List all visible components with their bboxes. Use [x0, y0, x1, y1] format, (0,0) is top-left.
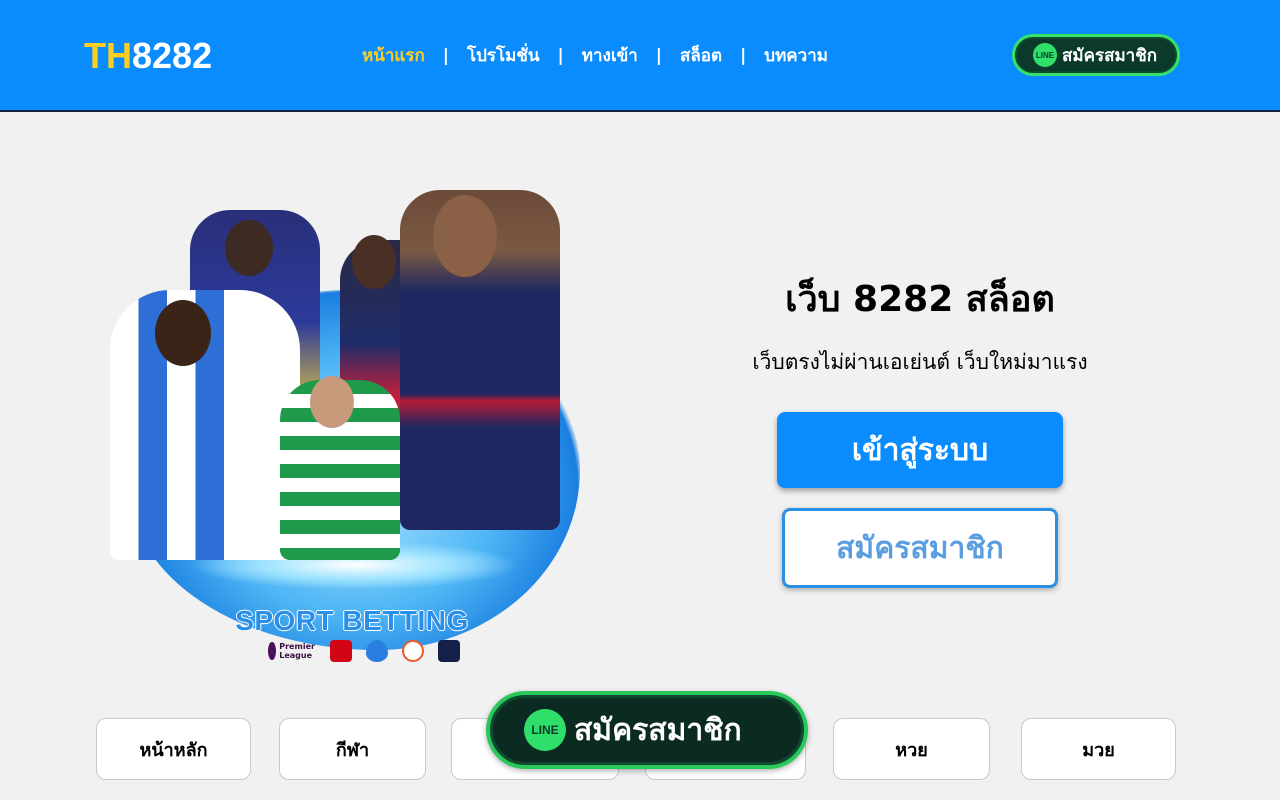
ligue1-logo — [438, 640, 460, 662]
premier-league-text: Premier League — [279, 642, 315, 660]
nav-item-home[interactable]: หน้าแรก — [362, 42, 425, 69]
laliga-logo — [402, 640, 424, 662]
premier-league-crest-icon — [268, 642, 277, 660]
floating-line-register-button[interactable]: LINE สมัครสมาชิก — [486, 691, 808, 769]
login-button[interactable]: เข้าสู่ระบบ — [777, 412, 1063, 488]
nav-separator: | — [557, 45, 564, 66]
nav-separator: | — [442, 45, 449, 66]
nav-separator: | — [655, 45, 663, 66]
logo-number: 8282 — [132, 35, 213, 76]
player-head — [352, 235, 396, 289]
site-logo[interactable]: TH 8282 — [84, 35, 213, 76]
register-button[interactable]: สมัครสมาชิก — [782, 508, 1058, 588]
main-nav: หน้าแรก | โปรโมชั่น | ทางเข้า | สล็อต | … — [362, 42, 828, 69]
premier-league-logo: Premier League — [268, 640, 316, 662]
tab-home[interactable]: หน้าหลัก — [96, 718, 251, 780]
player-head — [433, 195, 497, 277]
league-logos: Premier League — [268, 640, 460, 662]
player-head — [225, 220, 273, 276]
tab-lottery[interactable]: หวย — [833, 718, 990, 780]
sport-betting-title: SPORT BETTING — [235, 605, 469, 636]
line-register-button[interactable]: LINE สมัครสมาชิก — [1012, 34, 1180, 76]
line-icon: LINE — [524, 709, 566, 751]
line-register-label: สมัครสมาชิก — [1062, 45, 1158, 66]
nav-item-articles[interactable]: บทความ — [764, 42, 828, 69]
player-head — [155, 300, 211, 366]
page-subtitle: เว็บตรงไม่ผ่านเอเย่นต์ เว็บใหม่มาแรง — [752, 350, 1088, 374]
nav-separator: | — [740, 45, 747, 66]
page-title: เว็บ 8282 สล็อต — [785, 279, 1055, 320]
tab-boxing[interactable]: มวย — [1021, 718, 1176, 780]
nav-item-slots[interactable]: สล็อต — [680, 42, 722, 69]
bundesliga-logo — [330, 640, 352, 662]
tab-sports[interactable]: กีฬา — [279, 718, 426, 780]
player-head — [310, 376, 354, 428]
site-header: TH 8282 หน้าแรก | โปรโมชั่น | ทางเข้า | ส… — [0, 0, 1280, 112]
floating-line-label: สมัครสมาชิก — [574, 712, 742, 748]
nav-item-entrance[interactable]: ทางเข้า — [582, 42, 638, 69]
hero-banner-image: SPORT BETTING Premier League — [100, 180, 640, 680]
line-icon: LINE — [1033, 43, 1057, 67]
logo-th: TH — [84, 35, 132, 76]
nav-item-promotion[interactable]: โปรโมชั่น — [467, 42, 540, 69]
serie-a-logo — [366, 640, 388, 662]
